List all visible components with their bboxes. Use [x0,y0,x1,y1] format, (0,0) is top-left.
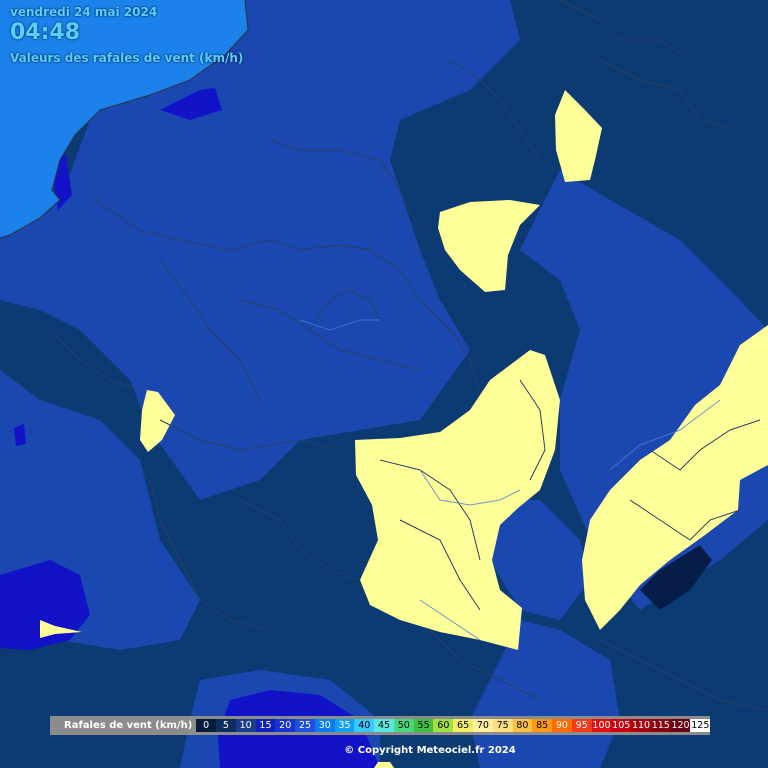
legend-cell: 25 [295,719,315,732]
gust-legend: Rafales de vent (km/h) 0 5 10 15 20 25 30 35 40 4… [50,716,711,735]
legend-cell: 30 [314,719,335,732]
weather-map-view: vendredi 24 mai 2024 04:48 Valeurs des r… [0,0,768,768]
legend-cell: 55 [413,719,434,732]
legend-cell: 80 [512,719,533,732]
map-subtitle: Valeurs des rafales de vent (km/h) [10,51,244,65]
map-date: vendredi 24 mai 2024 [10,5,158,19]
legend-cell: 90 [552,719,572,732]
legend-cell: 65 [453,719,473,732]
legend-cell: 85 [532,719,553,732]
moderate-gust-zone-small [280,100,315,120]
copyright-notice: © Copyright Meteociel.fr 2024 [344,745,516,756]
legend-cell: 60 [433,719,454,732]
legend-cell: 40 [354,719,375,732]
strong-gust-zone-island [14,424,26,446]
legend-cell: 110 [631,719,651,732]
legend-label: Rafales de vent (km/h) [64,720,193,731]
legend-cell: 0 [196,719,217,732]
legend-cell: 45 [374,719,394,732]
legend-cell: 95 [571,719,592,732]
legend-cell: 15 [255,719,276,732]
legend-cell: 105 [611,719,632,732]
legend-cell: 75 [492,719,513,732]
gust-map [0,0,768,768]
legend-cell: 120 [670,719,691,732]
legend-cell: 50 [393,719,414,732]
legend-cell: 100 [591,719,612,732]
legend-cell: 10 [235,719,256,732]
legend-cell: 125 [690,719,711,732]
legend-cell: 5 [216,719,236,732]
legend-cell: 70 [473,719,493,732]
map-time: 04:48 [10,20,81,45]
legend-scale: 0 5 10 15 20 25 30 35 40 45 50 55 60 65 70 75 80 85 90 95 10… [196,719,711,732]
legend-cell: 115 [650,719,671,732]
legend-cell: 35 [334,719,355,732]
legend-cell: 20 [275,719,296,732]
